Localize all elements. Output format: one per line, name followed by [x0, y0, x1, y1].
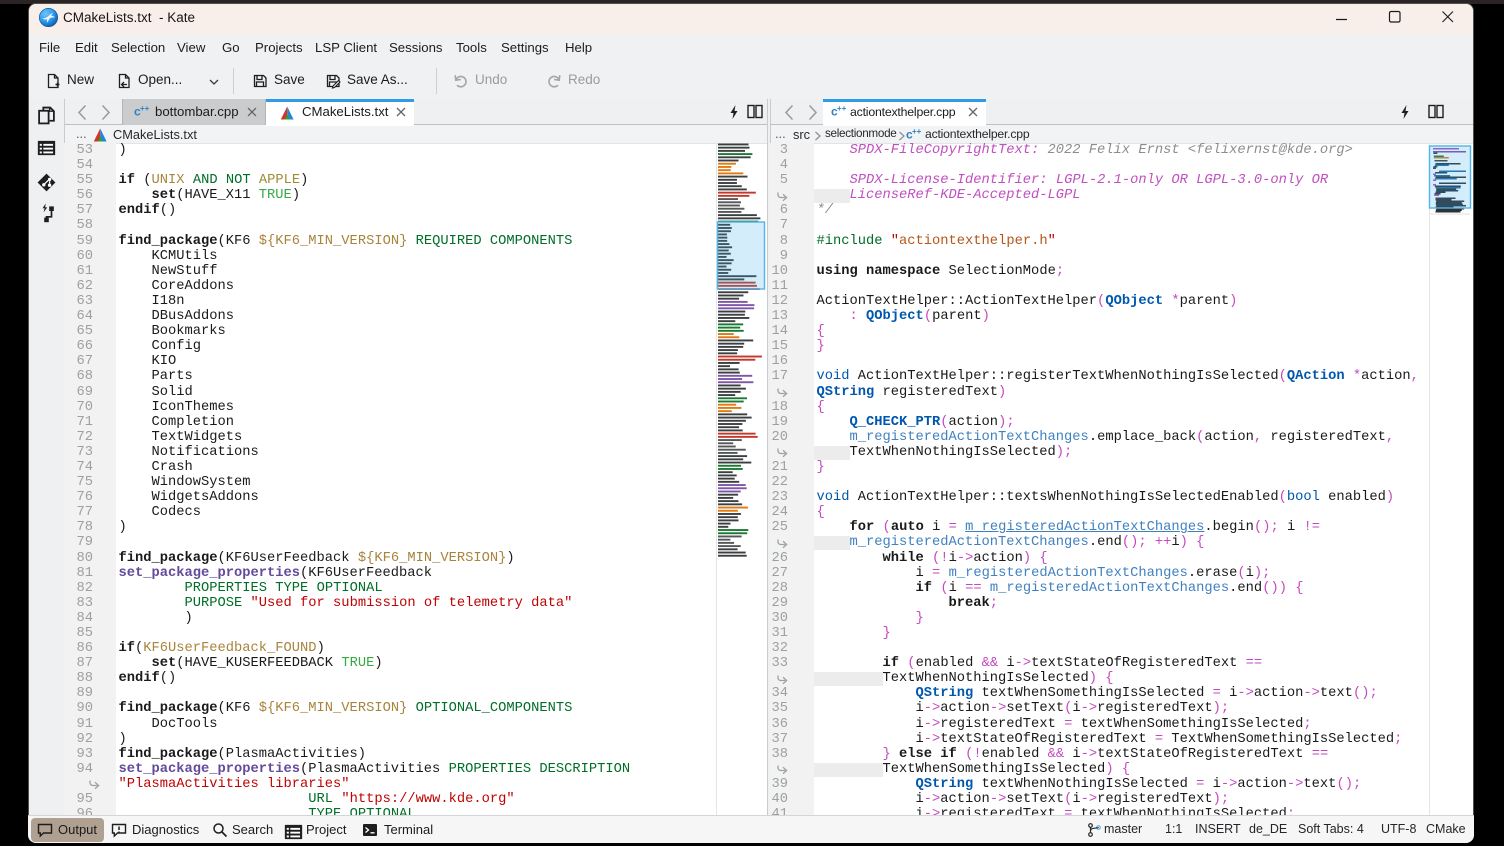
- svg-text:++: ++: [912, 127, 922, 136]
- svg-text:++: ++: [837, 104, 847, 113]
- svg-text:++: ++: [140, 104, 150, 113]
